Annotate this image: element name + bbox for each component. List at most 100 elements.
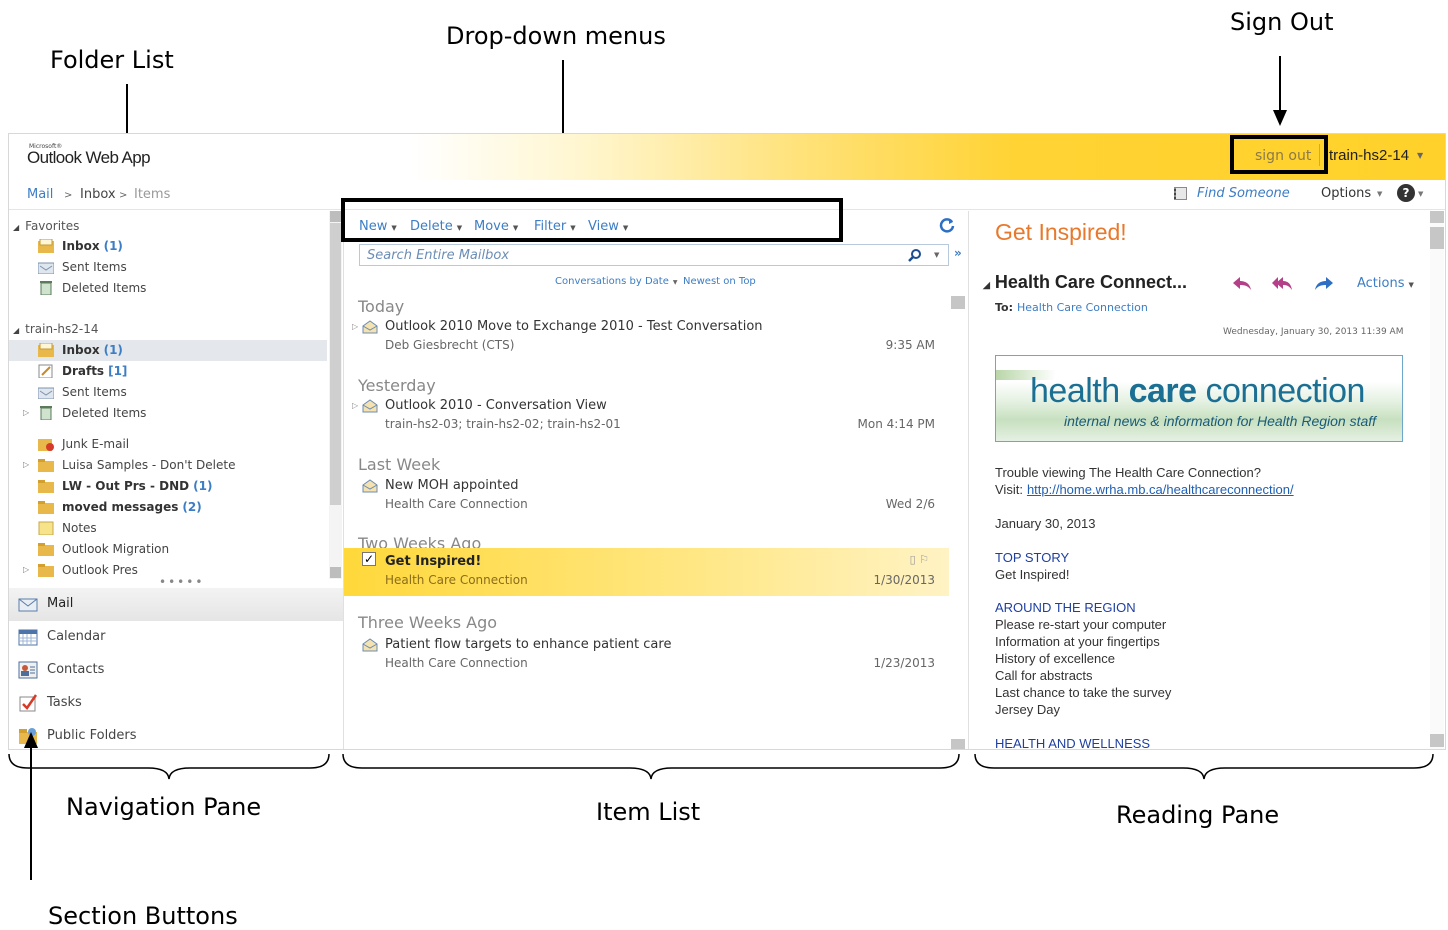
chevron-down-icon[interactable]: ▼ (1377, 190, 1382, 198)
section-button-mail[interactable]: Mail (9, 588, 343, 621)
inbox-folder-icon (38, 343, 54, 357)
message-row[interactable]: ▷ Outlook 2010 - Conversation View train… (344, 395, 949, 443)
folder-item-luisa-samples[interactable]: ▷ Luisa Samples - Don't Delete (9, 455, 327, 476)
folder-item-sent[interactable]: Sent Items (9, 382, 327, 403)
folder-item-moved-messages[interactable]: moved messages (2) (9, 497, 327, 518)
annotation-brace-item-list (342, 753, 960, 780)
message-row-selected[interactable]: ✓ Get Inspired! Health Care Connection ▯… (344, 548, 949, 596)
user-name-menu[interactable]: train-hs2-14 (1329, 147, 1409, 164)
chevron-right-icon: > (119, 190, 128, 201)
section-button-contacts[interactable]: Contacts (9, 654, 343, 687)
address-book-icon[interactable] (1172, 185, 1189, 202)
section-button-public-folders[interactable]: Public Folders (9, 720, 343, 749)
folder-item-drafts[interactable]: Drafts [1] (9, 361, 327, 382)
chevron-down-icon[interactable]: ▼ (1417, 151, 1423, 160)
message-subject-title: Get Inspired! (995, 219, 1127, 245)
open-envelope-icon (362, 638, 378, 652)
message-row[interactable]: Patient flow targets to enhance patient … (344, 634, 949, 682)
story-item[interactable]: Jersey Day (995, 702, 1060, 717)
item-list-scrollbar[interactable] (951, 296, 965, 749)
folder-item-junk[interactable]: Junk E-mail (9, 434, 327, 455)
newsletter-url-link[interactable]: http://home.wrha.mb.ca/healthcareconnect… (1027, 482, 1294, 497)
folder-icon (38, 480, 54, 493)
expand-triangle-icon[interactable]: ▷ (23, 408, 29, 417)
folder-icon (38, 543, 54, 556)
folder-item-inbox[interactable]: Inbox (1) (9, 340, 327, 361)
find-someone-link[interactable]: Find Someone (1197, 186, 1290, 201)
section-button-calendar[interactable]: Calendar (9, 621, 343, 654)
chevron-down-icon[interactable]: ▼ (1418, 190, 1423, 198)
sort-by-dropdown[interactable]: Conversations by Date ▼ (555, 276, 677, 287)
refresh-icon[interactable] (939, 217, 955, 233)
heading-top-story[interactable]: TOP STORY (995, 550, 1069, 565)
scroll-up-icon[interactable] (951, 296, 965, 309)
group-header-yesterday: Yesterday (358, 376, 436, 395)
scroll-up-icon[interactable] (330, 211, 341, 222)
folder-item-deleted[interactable]: ▷ Deleted Items (9, 403, 327, 424)
folder-group-favorites[interactable]: ◢ Favorites (13, 219, 79, 233)
story-item[interactable]: Please re-start your computer (995, 617, 1166, 632)
forward-icon[interactable] (1313, 275, 1335, 291)
heading-health-and-wellness[interactable]: HEALTH AND WELLNESS (995, 736, 1150, 749)
expand-triangle-icon[interactable]: ▷ (352, 322, 358, 331)
newsletter-banner: health care connection internal news & i… (995, 355, 1403, 442)
scroll-down-icon[interactable] (951, 739, 965, 749)
folder-item-outlook-migration[interactable]: Outlook Migration (9, 539, 327, 560)
expand-triangle-icon[interactable]: ▷ (23, 460, 29, 469)
actions-menu[interactable]: Actions ▼ (1357, 276, 1414, 291)
banner-subtitle: internal news & information for Health R… (1064, 413, 1377, 429)
reading-pane-scrollbar[interactable] (1430, 211, 1444, 749)
search-input[interactable]: Search Entire Mailbox ▼ (359, 244, 949, 266)
expand-triangle-icon[interactable]: ▷ (23, 565, 29, 574)
conversation-header[interactable]: ◢ Health Care Connect... (983, 272, 1187, 293)
help-icon[interactable]: ? (1397, 184, 1415, 202)
scroll-down-icon[interactable] (330, 567, 341, 578)
annotation-reading-pane: Reading Pane (1116, 801, 1280, 829)
recipient-link[interactable]: Health Care Connection (1017, 301, 1148, 314)
annotation-sign-out: Sign Out (1230, 8, 1334, 36)
scroll-down-icon[interactable] (1430, 734, 1444, 747)
junk-mail-icon (38, 439, 54, 451)
message-checkbox[interactable]: ✓ (362, 552, 376, 566)
annotation-box-sign-out (1230, 135, 1328, 174)
reply-icon[interactable] (1231, 275, 1253, 291)
reply-all-icon[interactable] (1271, 275, 1293, 291)
body-trouble-text: Trouble viewing The Health Care Connecti… (995, 465, 1261, 480)
options-menu[interactable]: Options (1321, 186, 1371, 201)
folder-item-favorites-inbox[interactable]: Inbox (1) (9, 236, 327, 257)
folder-icon (38, 501, 54, 514)
breadcrumb-inbox: Inbox (80, 187, 116, 202)
story-item[interactable]: History of excellence (995, 651, 1115, 666)
collapse-triangle-icon[interactable]: ◢ (983, 280, 990, 290)
search-icon[interactable] (908, 248, 922, 262)
folder-group-mailbox[interactable]: ◢ train-hs2-14 (13, 322, 99, 336)
folder-item-notes[interactable]: Notes (9, 518, 327, 539)
collapse-triangle-icon[interactable]: ◢ (13, 223, 19, 232)
chevron-down-icon[interactable]: ▼ (934, 251, 939, 259)
section-button-tasks[interactable]: Tasks (9, 687, 343, 720)
scroll-thumb[interactable] (330, 223, 341, 505)
sort-order-toggle[interactable]: Newest on Top (683, 276, 756, 287)
flag-icon[interactable]: ▯ ⚐ (910, 553, 929, 566)
folder-list-scrollbar[interactable] (329, 211, 342, 579)
heading-around-the-region[interactable]: AROUND THE REGION (995, 600, 1136, 615)
double-chevron-down-icon[interactable]: » (954, 246, 962, 260)
story-item[interactable]: Last chance to take the survey (995, 685, 1171, 700)
collapse-triangle-icon[interactable]: ◢ (13, 326, 19, 335)
mail-icon (18, 598, 38, 612)
message-row[interactable]: New MOH appointed Health Care Connection… (344, 475, 949, 523)
expand-triangle-icon[interactable]: ▷ (352, 401, 358, 410)
story-item[interactable]: Get Inspired! (995, 567, 1069, 582)
story-item[interactable]: Call for abstracts (995, 668, 1093, 683)
story-item[interactable]: Information at your fingertips (995, 634, 1160, 649)
pane-resize-handle[interactable]: ••••• (159, 575, 204, 589)
scroll-thumb[interactable] (1430, 227, 1444, 249)
breadcrumb-mail[interactable]: Mail (27, 187, 53, 202)
folder-item-favorites-sent[interactable]: Sent Items (9, 257, 327, 278)
scroll-up-icon[interactable] (1430, 211, 1444, 223)
message-row[interactable]: ▷ Outlook 2010 Move to Exchange 2010 - T… (344, 316, 949, 364)
annotation-arrow-sign-out (1279, 56, 1281, 112)
folder-item-lw-out-prs[interactable]: LW - Out Prs - DND (1) (9, 476, 327, 497)
annotation-brace-reading-pane (974, 753, 1434, 780)
folder-item-favorites-deleted[interactable]: Deleted Items (9, 278, 327, 299)
